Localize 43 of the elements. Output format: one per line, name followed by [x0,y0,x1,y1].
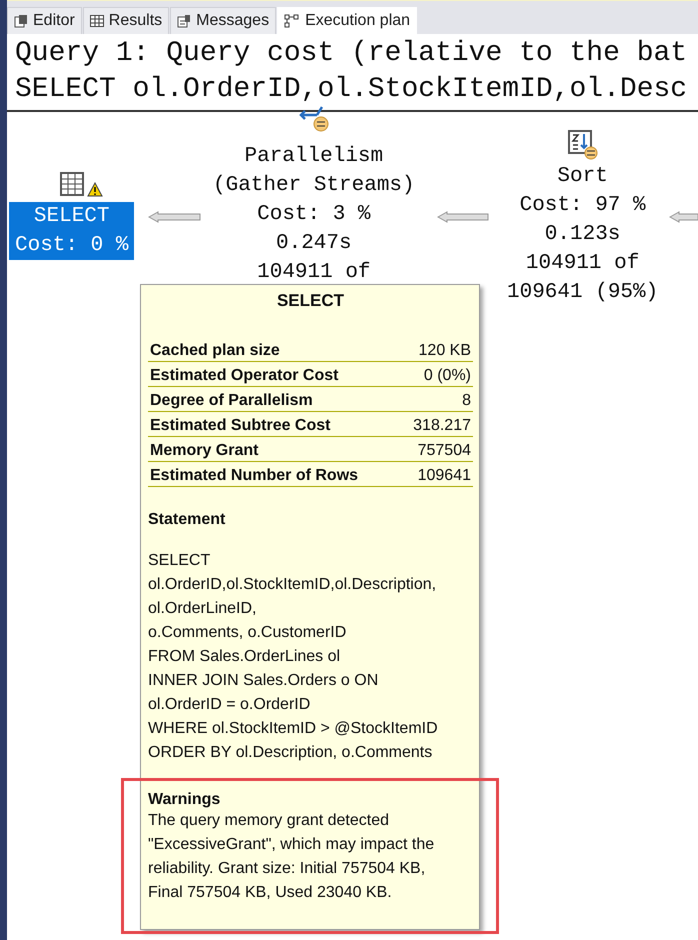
flow-arrow [148,211,201,223]
property-value: 8 [462,392,471,410]
section-heading: Statement [148,511,226,529]
property-name: Memory Grant [150,442,258,460]
tooltip-title: SELECT [276,291,346,311]
property-name: Estimated Number of Rows [150,467,358,485]
statement-line: SELECT [148,551,212,571]
property-value: 109641 [418,467,471,485]
property-name: Estimated Subtree Cost [150,417,330,435]
property-name: Degree of Parallelism [150,392,313,410]
statement-line: FROM Sales.OrderLines ol [148,647,342,667]
section-heading: Warnings [148,791,222,809]
plan-node-label[interactable]: SELECT Cost: 0 % [9,202,134,260]
document-icon [177,14,192,28]
plan-node-label[interactable]: Sort Cost: 97 % 0.123s 104911 of 109641 (95%) [501,162,664,307]
tab[interactable]: Editor [7,7,82,34]
statement-line: ol.OrderID,ol.StockItemID,ol.Description, [148,575,438,595]
property-name: Estimated Operator Cost [150,367,338,385]
statement-line: o.Comments, o.CustomerID [148,623,348,643]
statement-line: INNER JOIN Sales.Orders o ON [148,671,380,691]
property-value: 120 KB [418,342,471,360]
warning-text: The query memory grant detected "ExcessiveGrant", which may impact the reliability. Grant size: Initial 757504 KB, Final 757504 KB, Used 23040 KB. [148,811,436,903]
table-icon [60,172,84,196]
grid-icon [90,15,104,27]
statement-line: ol.OrderLineID, [148,599,258,619]
property-value: 318.217 [413,417,471,435]
property-value: 0 (0%) [424,367,471,385]
plan-node-label[interactable]: Parallelism (Gather Streams) Cost: 3 % 0.247s 104911 of [207,142,421,287]
sort-icon [568,130,598,160]
tab[interactable]: Messages [170,7,276,34]
query-header-text: SELECT ol.OrderID,ol.StockItemID,ol.Desc [15,73,688,107]
statement-line: ol.OrderID = o.OrderID [148,695,312,715]
document-icon [14,14,28,28]
flow-arrow [669,211,698,223]
property-value: 757504 [418,442,471,460]
flow-arrow [437,211,489,223]
flowchart-icon [284,14,300,28]
statement-line: ORDER BY ol.Description, o.Comments [148,743,434,763]
tab[interactable]: Execution plan [277,7,418,34]
tab[interactable]: Results [82,7,170,34]
statement-line: WHERE ol.StockItemID > @StockItemID [148,719,439,739]
query-header-text: Query 1: Query cost (relative to the bat [15,37,688,71]
property-name: Cached plan size [150,342,280,360]
